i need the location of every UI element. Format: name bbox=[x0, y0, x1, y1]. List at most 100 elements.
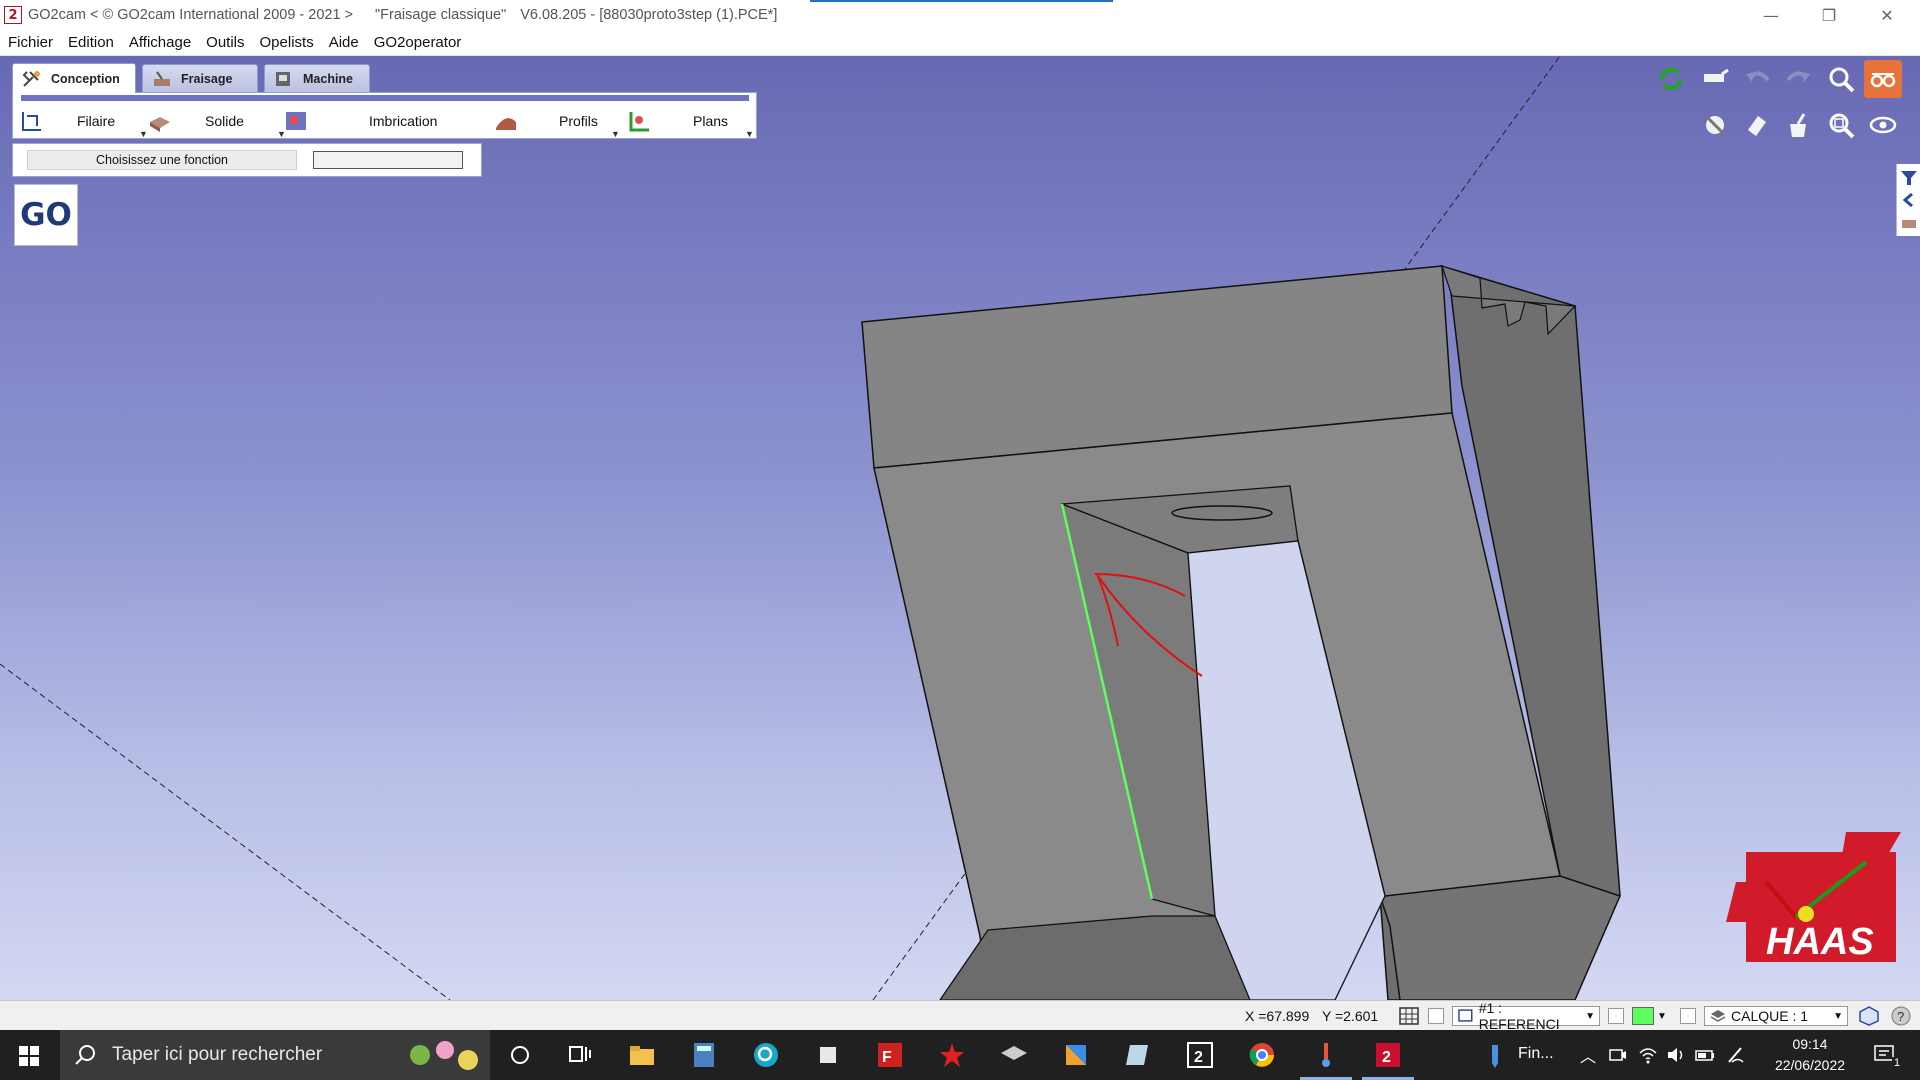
filter-icon[interactable] bbox=[1899, 168, 1919, 188]
notification-count: 1 bbox=[1892, 1057, 1903, 1069]
solid-mini-icon[interactable] bbox=[1899, 212, 1919, 232]
tab-machine-label: Machine bbox=[303, 71, 354, 86]
ribbon: Conception Fraisage Machine Filaire ▼ So… bbox=[12, 63, 757, 139]
solid-icon bbox=[150, 117, 170, 132]
ribbon-strip bbox=[21, 95, 749, 101]
wireframe-icon bbox=[22, 112, 41, 131]
zoom-window-icon[interactable] bbox=[1822, 106, 1860, 144]
help-icon[interactable]: ? bbox=[1890, 1005, 1912, 1027]
menu-outils[interactable]: Outils bbox=[206, 34, 244, 51]
reference-select[interactable]: #1 : REFERENCI ▼ bbox=[1452, 1000, 1600, 1032]
status-bar: X =67.899 Y =2.601 #1 : REFERENCI ▼ ▼ CA… bbox=[0, 1000, 1920, 1032]
tray-app-text[interactable]: Fin... bbox=[1518, 1045, 1554, 1063]
menu-opelists[interactable]: Opelists bbox=[260, 34, 314, 51]
eye-icon[interactable] bbox=[1864, 106, 1902, 144]
cortana-icon[interactable] bbox=[504, 1039, 536, 1071]
pen-tray-icon[interactable] bbox=[1488, 1043, 1502, 1069]
hand-pointer-icon[interactable] bbox=[1696, 60, 1734, 98]
tab-conception[interactable]: Conception bbox=[12, 63, 136, 93]
planes-icon bbox=[629, 112, 649, 132]
wifi-icon[interactable] bbox=[1638, 1045, 1658, 1065]
cap-app-icon[interactable] bbox=[998, 1039, 1030, 1071]
profiles-icon bbox=[496, 118, 516, 130]
layer-select[interactable]: CALQUE : 1 ▼ bbox=[1704, 1006, 1848, 1026]
go2cam-app-icon: 2 bbox=[4, 6, 22, 24]
solide-label: Solide bbox=[205, 113, 244, 129]
broom-icon[interactable] bbox=[1780, 106, 1818, 144]
profils-button[interactable]: Profils ▼ bbox=[493, 105, 623, 139]
milling-icon bbox=[154, 70, 170, 86]
refresh-icon[interactable] bbox=[1652, 60, 1690, 98]
color-select[interactable]: ▼ bbox=[1632, 1006, 1672, 1026]
go2cam-taskbar-icon[interactable]: 2 bbox=[1184, 1039, 1216, 1071]
restore-button[interactable]: ❐ bbox=[1806, 0, 1852, 30]
title-accent-bar bbox=[810, 0, 1113, 2]
go2cam-active-icon[interactable]: 2 bbox=[1372, 1039, 1404, 1071]
go-button[interactable]: GO bbox=[14, 184, 78, 246]
grid-checkbox[interactable] bbox=[1428, 1008, 1444, 1024]
search-app-icon[interactable] bbox=[750, 1039, 782, 1071]
tab-fraisage-label: Fraisage bbox=[181, 71, 233, 86]
taskbar-clock[interactable]: 09:14 22/06/2022 bbox=[1760, 1034, 1860, 1076]
file-explorer-icon[interactable] bbox=[626, 1039, 658, 1071]
zoom-icon[interactable] bbox=[1822, 60, 1860, 98]
task-view-icon[interactable] bbox=[564, 1039, 596, 1071]
function-input[interactable] bbox=[313, 151, 463, 169]
paint-app-icon[interactable] bbox=[1310, 1039, 1342, 1071]
fusion-app-icon[interactable]: F bbox=[874, 1039, 906, 1071]
tab-machine[interactable]: Machine bbox=[264, 64, 370, 92]
files-icon[interactable] bbox=[812, 1039, 844, 1071]
reference-icon bbox=[1458, 1009, 1473, 1022]
menu-aide[interactable]: Aide bbox=[329, 34, 359, 51]
eraser-icon[interactable] bbox=[1738, 106, 1776, 144]
windows-start-icon[interactable] bbox=[18, 1045, 40, 1067]
search-icon bbox=[75, 1045, 95, 1065]
svg-text:2: 2 bbox=[1382, 1049, 1391, 1066]
window-title-app: GO2cam < © GO2cam International 2009 - 2… bbox=[28, 7, 354, 23]
taskbar-search[interactable]: Taper ici pour rechercher bbox=[60, 1030, 490, 1080]
color-swatch bbox=[1632, 1007, 1654, 1025]
layer-value: CALQUE : 1 bbox=[1731, 1008, 1809, 1024]
meet-now-icon[interactable] bbox=[1608, 1045, 1628, 1065]
menu-affichage[interactable]: Affichage bbox=[129, 34, 191, 51]
plans-label: Plans bbox=[693, 113, 729, 129]
close-button[interactable]: ✕ bbox=[1864, 0, 1910, 30]
chrome-icon[interactable] bbox=[1246, 1039, 1278, 1071]
chevron-left-icon[interactable] bbox=[1899, 190, 1919, 210]
menu-go2operator[interactable]: GO2operator bbox=[374, 34, 462, 51]
pen-workspace-icon[interactable] bbox=[1726, 1045, 1746, 1065]
conception-icon bbox=[22, 70, 40, 87]
minimize-button[interactable]: — bbox=[1748, 0, 1794, 30]
view-cube-icon[interactable] bbox=[1858, 1005, 1880, 1027]
blue-app-icon[interactable] bbox=[1060, 1039, 1092, 1071]
battery-icon[interactable] bbox=[1694, 1045, 1716, 1065]
model-scene[interactable] bbox=[0, 56, 1920, 1000]
menu-fichier[interactable]: Fichier bbox=[8, 34, 53, 51]
window-title-mode: "Fraisage classique" bbox=[375, 7, 507, 23]
sketch-app-icon[interactable] bbox=[1122, 1039, 1154, 1071]
volume-icon[interactable] bbox=[1666, 1045, 1686, 1065]
solide-button[interactable]: Solide ▼ bbox=[147, 105, 287, 139]
redo-icon[interactable] bbox=[1780, 60, 1818, 98]
plans-button[interactable]: Plans ▼ bbox=[627, 105, 755, 139]
red-star-app-icon[interactable] bbox=[936, 1039, 968, 1071]
3d-viewport[interactable]: Conception Fraisage Machine Filaire ▼ So… bbox=[0, 56, 1920, 1000]
title-bar: 2 GO2cam < © GO2cam International 2009 -… bbox=[0, 0, 1920, 30]
chevron-up-icon[interactable]: ︿ bbox=[1580, 1043, 1596, 1067]
plans-dropdown-icon[interactable]: ▼ bbox=[745, 129, 754, 139]
function-prompt: Choisissez une fonction bbox=[27, 150, 297, 170]
layer-checkbox[interactable] bbox=[1680, 1008, 1696, 1024]
undo-icon[interactable] bbox=[1738, 60, 1776, 98]
grid-icon[interactable] bbox=[1398, 1006, 1420, 1026]
color-checkbox[interactable] bbox=[1608, 1008, 1624, 1024]
calculator-icon[interactable] bbox=[688, 1039, 720, 1071]
right-side-panel bbox=[1896, 164, 1920, 236]
windows-taskbar: Taper ici pour rechercher F 2 2 Fin... ︿… bbox=[0, 1030, 1920, 1080]
hide-icon[interactable] bbox=[1696, 106, 1734, 144]
filaire-button[interactable]: Filaire ▼ bbox=[19, 105, 149, 139]
menu-edition[interactable]: Edition bbox=[68, 34, 114, 51]
tab-fraisage[interactable]: Fraisage bbox=[142, 64, 258, 92]
imbrication-button[interactable]: Imbrication bbox=[283, 105, 503, 137]
profils-dropdown-icon[interactable]: ▼ bbox=[611, 129, 620, 139]
glasses-icon[interactable] bbox=[1864, 60, 1902, 98]
